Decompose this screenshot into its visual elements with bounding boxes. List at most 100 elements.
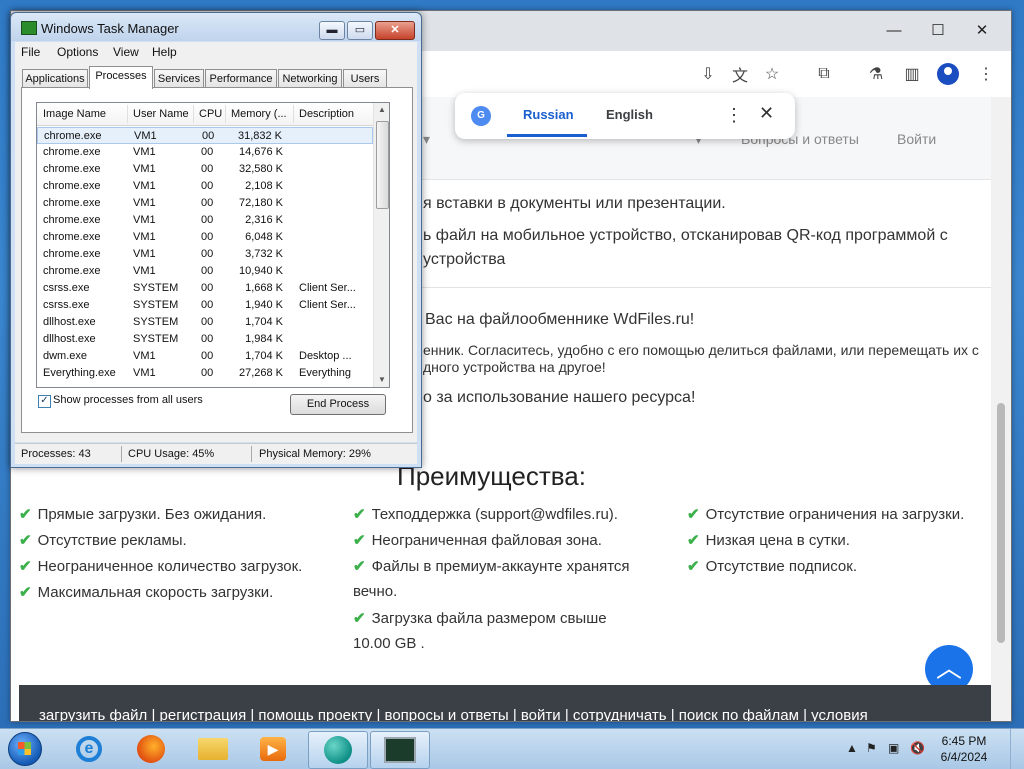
column-separator[interactable]	[193, 105, 194, 123]
show-all-users-label: Show processes from all users	[53, 394, 203, 406]
maximize-icon[interactable]: ☐	[923, 19, 953, 43]
page-text-line: устройства	[423, 251, 506, 268]
process-row[interactable]: dllhost.exe SYSTEM 00 1,704 K	[37, 314, 373, 331]
bookmark-star-icon[interactable]: ☆	[761, 63, 783, 85]
language-tab-target[interactable]: English	[606, 107, 653, 122]
column-description[interactable]: Description	[299, 108, 354, 120]
more-options-icon[interactable]: ⋮	[725, 105, 743, 126]
list-scrollbar[interactable]: ▲ ▼	[373, 103, 389, 387]
end-process-button[interactable]: End Process	[290, 394, 386, 415]
taskbar-task-manager[interactable]	[370, 731, 430, 769]
check-icon: ✔	[353, 558, 366, 575]
process-image-name: Everything.exe	[43, 367, 116, 379]
process-row[interactable]: chrome.exe VM1 00 6,048 K	[37, 229, 373, 246]
process-row[interactable]: csrss.exe SYSTEM 00 1,940 K Client Ser...	[37, 297, 373, 314]
process-user-name: SYSTEM	[133, 282, 179, 294]
advantage-item: ✔ Отсутствие подписок.	[687, 558, 858, 575]
firefox-icon	[137, 735, 165, 763]
system-clock[interactable]: 6:45 PM 6/4/2024	[934, 733, 994, 765]
task-manager-titlebar[interactable]: Windows Task Manager ▬ ▭ ✕	[11, 13, 421, 41]
column-cpu[interactable]: CPU	[199, 108, 222, 120]
process-description: Client Ser...	[299, 282, 356, 294]
status-separator	[251, 446, 252, 462]
show-all-users-checkbox[interactable]: ✓	[38, 395, 51, 408]
clock-time: 6:45 PM	[941, 734, 987, 748]
google-translate-icon: G	[471, 106, 491, 126]
scroll-down-arrow-icon[interactable]: ▼	[378, 375, 386, 384]
process-row[interactable]: chrome.exe VM1 00 31,832 K	[37, 127, 373, 144]
side-panel-icon[interactable]: ▥	[901, 63, 923, 85]
tab-performance[interactable]: Performance	[205, 69, 277, 88]
show-desktop-button[interactable]	[1010, 729, 1024, 769]
process-row[interactable]: dllhost.exe SYSTEM 00 1,984 K	[37, 331, 373, 348]
scrollbar-thumb[interactable]	[997, 403, 1005, 643]
process-user-name: VM1	[133, 350, 156, 362]
process-image-name: csrss.exe	[43, 299, 90, 311]
volume-muted-icon[interactable]: 🔇	[910, 741, 925, 755]
process-row[interactable]: chrome.exe VM1 00 3,732 K	[37, 246, 373, 263]
nav-item-login[interactable]: Войти	[897, 131, 936, 147]
profile-avatar[interactable]	[937, 63, 959, 85]
menu-view[interactable]: View	[113, 45, 139, 59]
tray-expand-icon[interactable]: ▲	[846, 741, 858, 755]
process-image-name: chrome.exe	[43, 197, 101, 209]
scroll-up-arrow-icon[interactable]: ▲	[378, 105, 386, 114]
tab-applications[interactable]: Applications	[22, 69, 88, 88]
column-separator[interactable]	[127, 105, 128, 123]
tab-services[interactable]: Services	[154, 69, 204, 88]
column-separator[interactable]	[225, 105, 226, 123]
tab-processes[interactable]: Processes	[89, 66, 153, 89]
process-row[interactable]: chrome.exe VM1 00 10,940 K	[37, 263, 373, 280]
menu-file[interactable]: File	[21, 45, 40, 59]
check-icon: ✔	[353, 506, 366, 523]
page-scrollbar[interactable]	[991, 97, 1011, 721]
menu-options[interactable]: Options	[57, 45, 98, 59]
menu-kebab-icon[interactable]: ⋮	[975, 63, 997, 85]
extensions-icon[interactable]: ⧉	[813, 63, 835, 85]
process-row[interactable]: chrome.exe VM1 00 2,316 K	[37, 212, 373, 229]
taskbar-firefox[interactable]	[122, 731, 180, 767]
language-tab-source[interactable]: Russian	[523, 107, 574, 122]
maximize-icon[interactable]: ▭	[347, 21, 373, 40]
taskbar-internet-explorer[interactable]: e	[60, 731, 118, 767]
process-row[interactable]: chrome.exe VM1 00 14,676 K	[37, 144, 373, 161]
process-row[interactable]: csrss.exe SYSTEM 00 1,668 K Client Ser...	[37, 280, 373, 297]
network-icon[interactable]: ▣	[888, 741, 899, 755]
process-row[interactable]: chrome.exe VM1 00 32,580 K	[37, 161, 373, 178]
close-icon[interactable]: ✕	[967, 19, 997, 43]
advantage-item: ✔ Техподдержка (support@wdfiles.ru).	[353, 506, 618, 523]
process-row[interactable]: chrome.exe VM1 00 72,180 K	[37, 195, 373, 212]
tab-networking[interactable]: Networking	[278, 69, 342, 88]
clock-date: 6/4/2024	[940, 750, 988, 764]
taskbar-explorer[interactable]	[184, 731, 242, 767]
process-memory: 10,940 K	[238, 265, 283, 277]
minimize-icon[interactable]: —	[879, 19, 909, 43]
install-app-icon[interactable]: ⇩	[697, 63, 719, 85]
column-image-name[interactable]: Image Name	[43, 108, 106, 120]
process-memory: 3,732 K	[245, 248, 283, 260]
action-center-flag-icon[interactable]: ⚑	[866, 741, 877, 755]
taskbar-media-player[interactable]: ▶	[244, 731, 302, 767]
footer-links[interactable]: загрузить файл | регистрация | помощь пр…	[39, 707, 868, 721]
process-row[interactable]: Everything.exe VM1 00 27,268 K Everything	[37, 365, 373, 382]
start-button[interactable]	[4, 729, 46, 769]
page-text-line: енник. Согласитесь, удобно с его помощью…	[423, 342, 979, 358]
column-separator[interactable]	[293, 105, 294, 123]
column-memory[interactable]: Memory (...	[231, 108, 287, 120]
minimize-icon[interactable]: ▬	[319, 21, 345, 40]
translate-icon[interactable]: 文	[729, 63, 751, 85]
close-icon[interactable]: ✕	[759, 103, 774, 124]
close-icon[interactable]: ✕	[375, 21, 415, 40]
process-cpu: 00	[201, 299, 214, 311]
column-user-name[interactable]: User Name	[133, 108, 189, 120]
taskbar-browser-app[interactable]	[308, 731, 368, 769]
check-icon: ✔	[353, 610, 366, 627]
process-row[interactable]: dwm.exe VM1 00 1,704 K Desktop ...	[37, 348, 373, 365]
menu-help[interactable]: Help	[152, 45, 177, 59]
list-scrollbar-thumb[interactable]	[376, 121, 389, 209]
process-row[interactable]: chrome.exe VM1 00 2,108 K	[37, 178, 373, 195]
process-user-name: VM1	[133, 163, 156, 175]
nav-item-1[interactable]: ▾	[423, 131, 430, 148]
tab-users[interactable]: Users	[343, 69, 387, 88]
labs-flask-icon[interactable]: ⚗	[865, 63, 887, 85]
